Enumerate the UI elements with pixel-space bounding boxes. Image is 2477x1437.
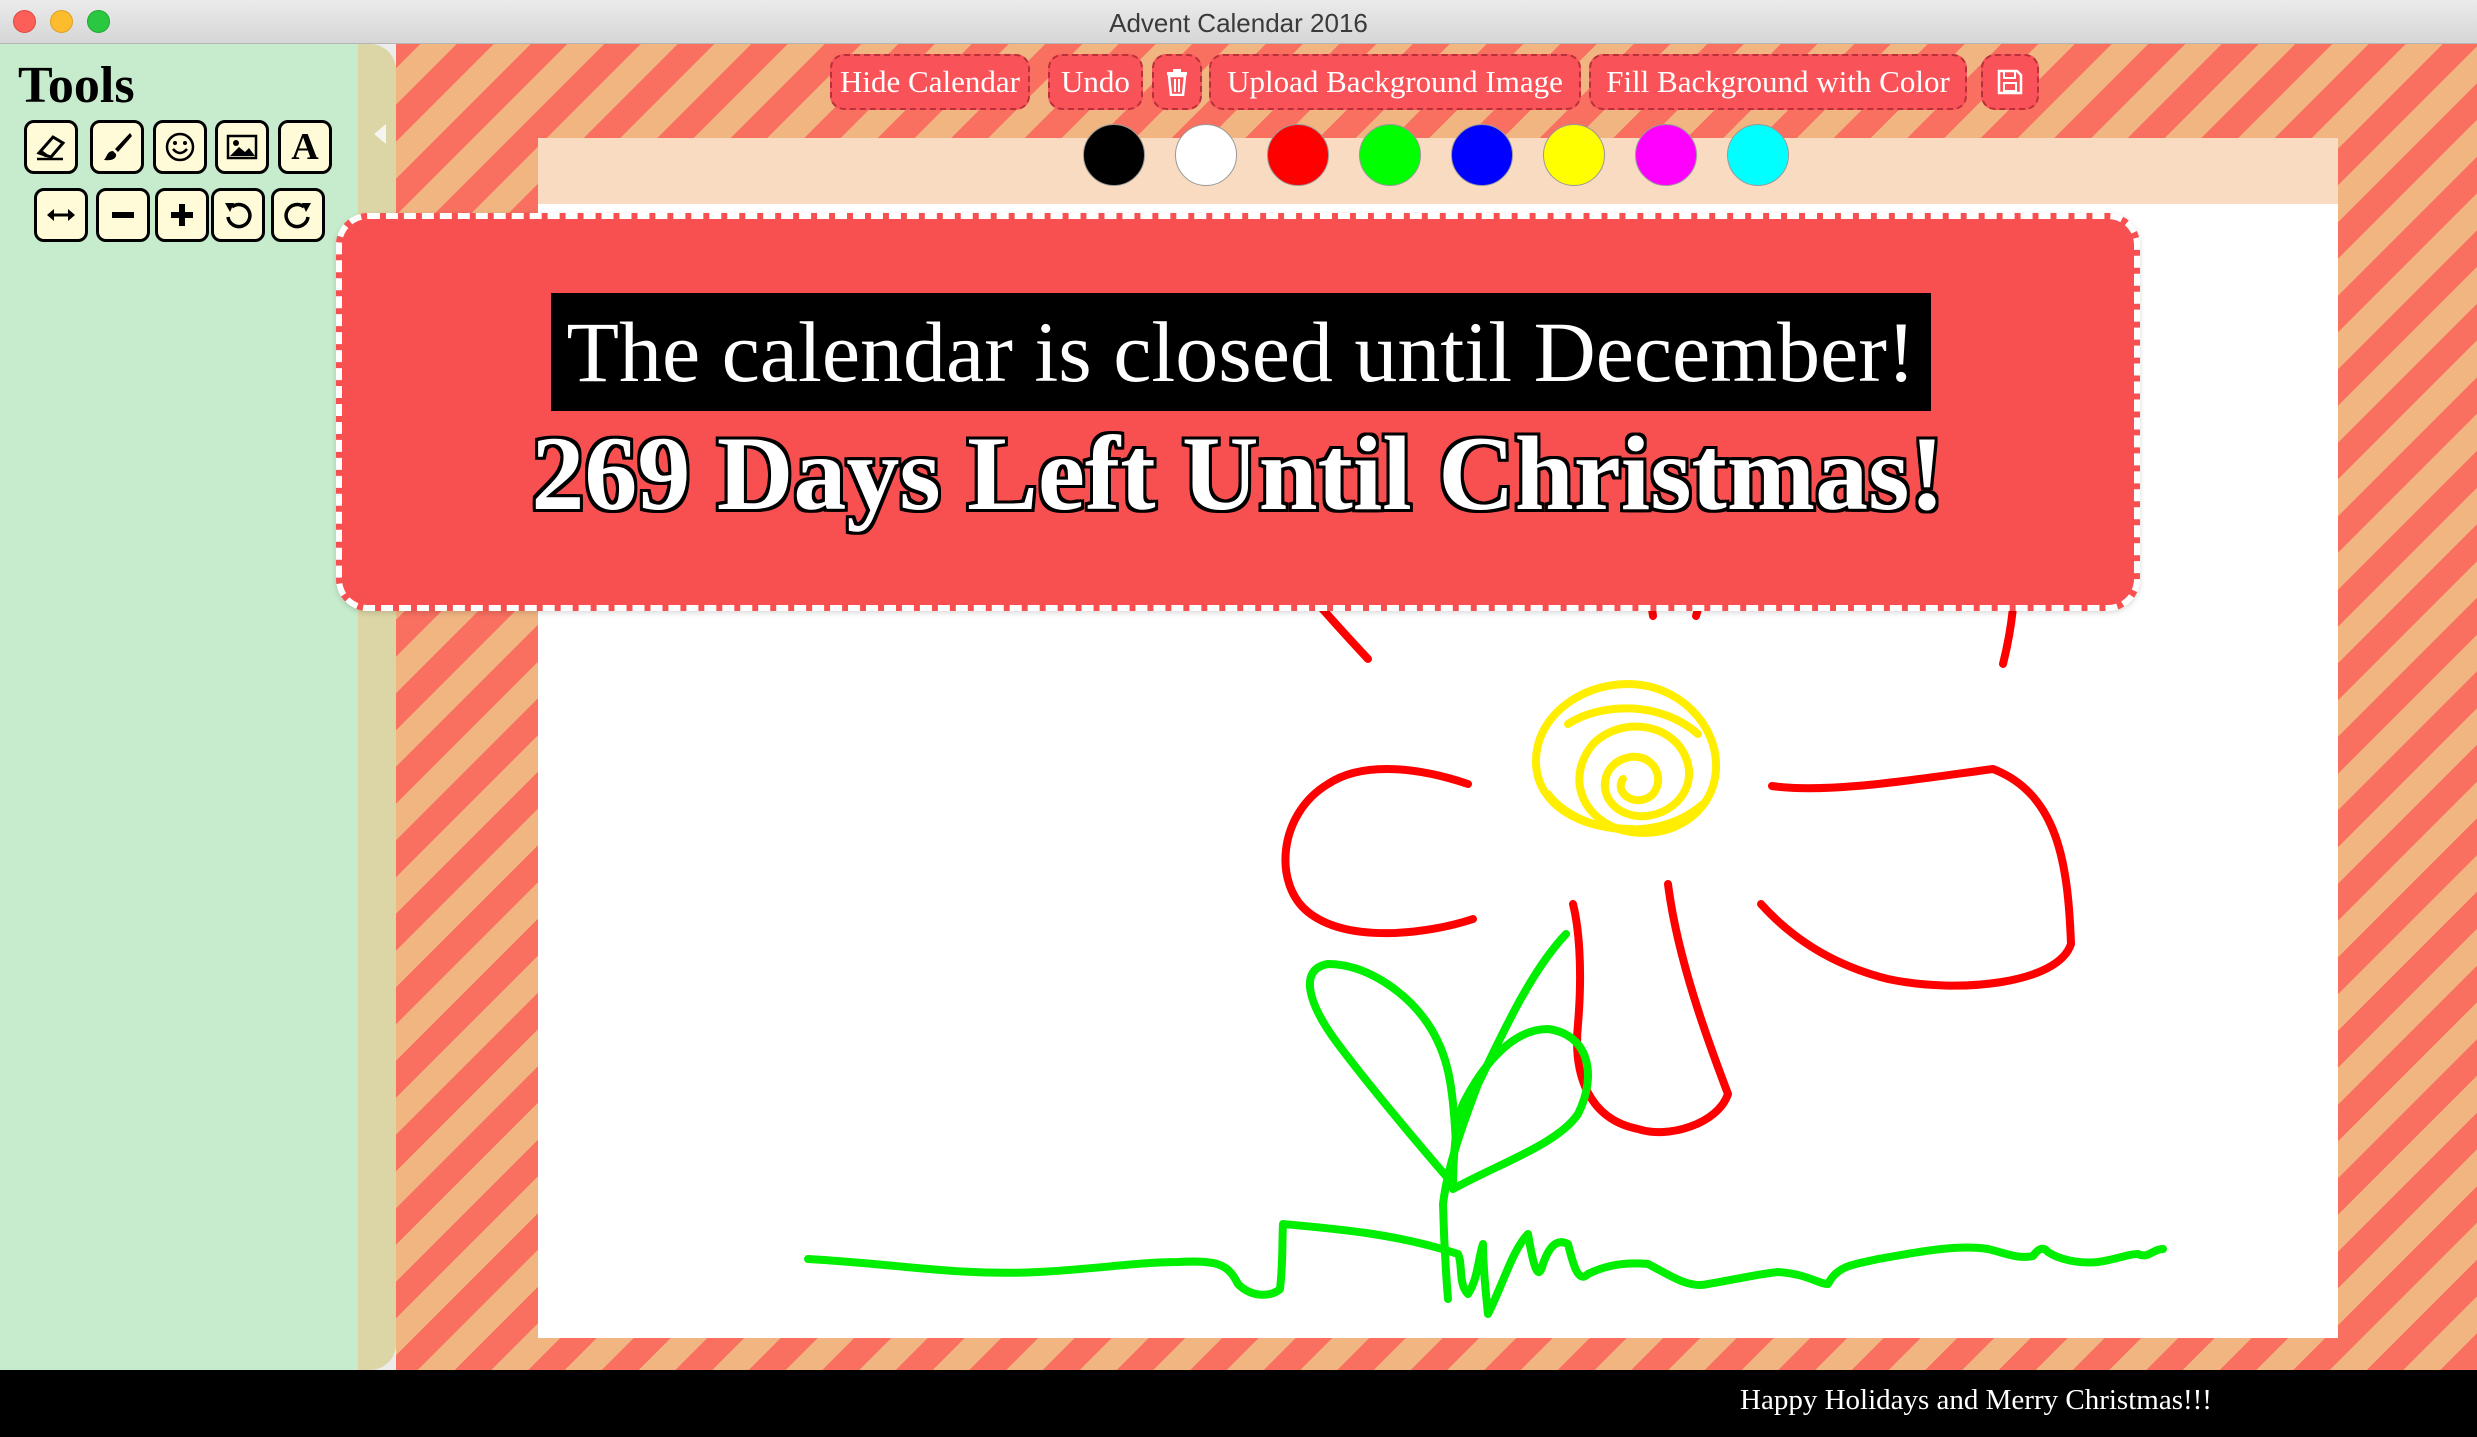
brush-icon [104, 133, 132, 161]
save-button[interactable] [1981, 54, 2039, 110]
window-title: Advent Calendar 2016 [1109, 8, 1368, 38]
red-petal-left [1281, 765, 1477, 938]
footer-greeting: Happy Holidays and Merry Christmas!!! [1740, 1384, 2212, 1416]
color-swatch-green[interactable] [1359, 124, 1421, 186]
smiley-icon [165, 132, 195, 162]
collapse-arrow-icon[interactable] [374, 124, 386, 144]
yellow-flower-center [1531, 680, 1721, 837]
sticker-tool-button[interactable] [153, 120, 207, 174]
floppy-disk-icon [1997, 69, 2023, 95]
green-grass [804, 1220, 2167, 1318]
grow-button[interactable] [155, 188, 209, 242]
hide-calendar-button[interactable]: Hide Calendar [830, 54, 1030, 110]
footer-bar: Happy Holidays and Merry Christmas!!! [0, 1370, 2477, 1437]
text-icon: A [291, 126, 319, 168]
eraser-tool-button[interactable] [24, 120, 78, 174]
green-leaf-right [1449, 1025, 1592, 1193]
canvas-header [538, 138, 2338, 204]
plus-icon [171, 204, 193, 226]
tools-title: Tools [18, 57, 135, 114]
eraser-icon [36, 135, 66, 161]
upload-background-button[interactable]: Upload Background Image [1209, 54, 1581, 110]
color-swatch-red[interactable] [1267, 124, 1329, 186]
text-tool-button[interactable]: A [278, 120, 332, 174]
resize-horizontal-icon [47, 209, 75, 221]
color-swatch-magenta[interactable] [1635, 124, 1697, 186]
window-titlebar: Advent Calendar 2016 [0, 0, 2477, 44]
fill-background-button[interactable]: Fill Background with Color [1589, 54, 1967, 110]
christmas-countdown: 269 Days Left Until Christmas! [531, 415, 1945, 532]
trash-icon [1167, 69, 1187, 96]
rotate-left-button[interactable] [211, 188, 265, 242]
red-petal-right [1757, 765, 2075, 990]
color-swatch-cyan[interactable] [1727, 124, 1789, 186]
delete-button[interactable] [1152, 54, 1202, 110]
image-icon [226, 134, 258, 160]
rotate-left-icon [225, 202, 252, 229]
rotate-right-button[interactable] [271, 188, 325, 242]
shrink-button[interactable] [96, 188, 150, 242]
flip-horizontal-button[interactable] [34, 188, 88, 242]
calendar-closed-banner: The calendar is closed until December! 2… [336, 213, 2140, 611]
undo-button[interactable]: Undo [1048, 54, 1143, 110]
calendar-closed-message: The calendar is closed until December! [551, 293, 1931, 411]
color-swatch-blue[interactable] [1451, 124, 1513, 186]
rotate-right-icon [284, 202, 311, 229]
green-leaf-left [1306, 960, 1460, 1188]
minus-icon [112, 212, 134, 218]
red-petal-bottom [1569, 880, 1732, 1137]
brush-tool-button[interactable] [90, 120, 144, 174]
color-swatch-black[interactable] [1083, 124, 1145, 186]
image-tool-button[interactable] [215, 120, 269, 174]
color-swatch-white[interactable] [1175, 124, 1237, 186]
color-swatch-yellow[interactable] [1543, 124, 1605, 186]
